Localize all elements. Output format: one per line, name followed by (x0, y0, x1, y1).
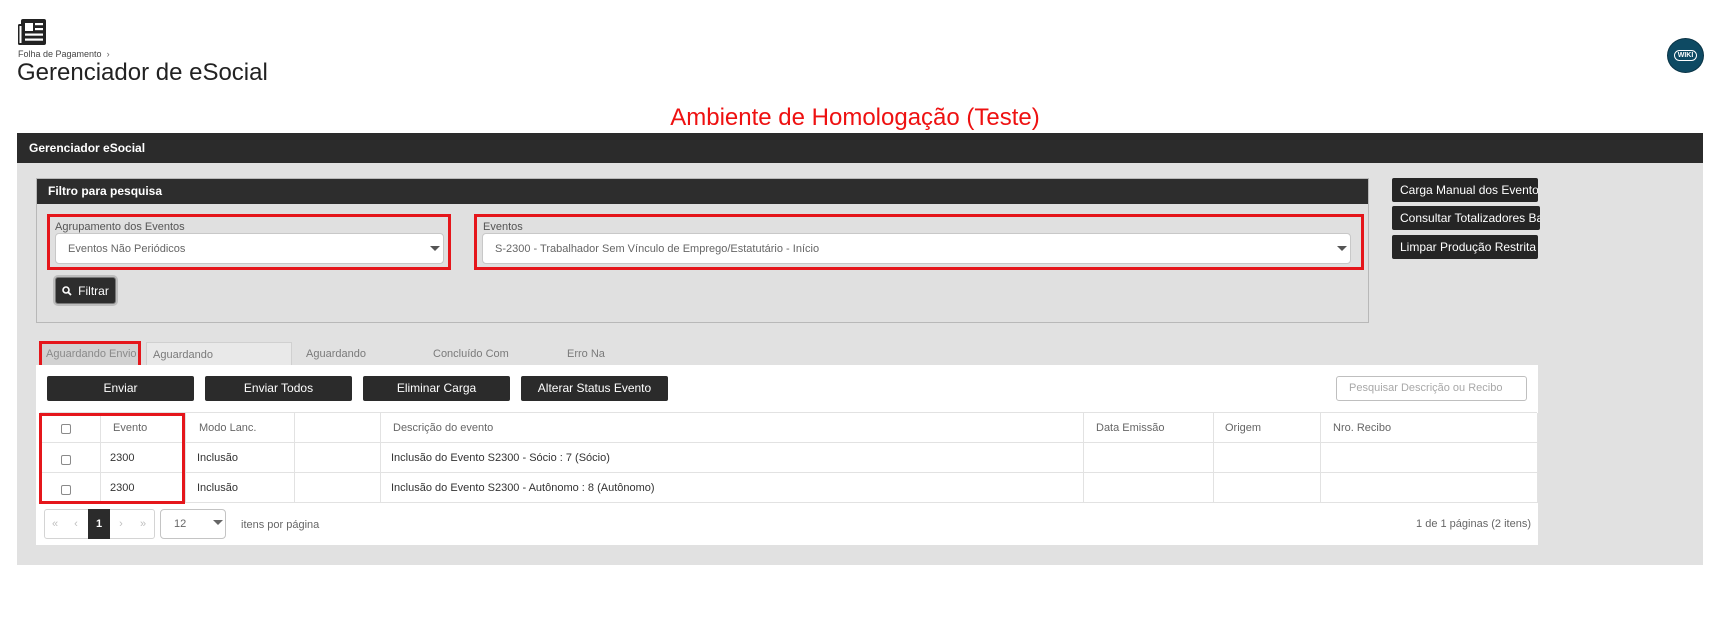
breadcrumb[interactable]: Folha de Pagamento › (18, 49, 110, 59)
table-border (185, 413, 186, 503)
group-field-label: Agrupamento dos Eventos (55, 221, 185, 233)
caret-down-icon (213, 520, 223, 525)
change-status-button[interactable]: Alterar Status Evento (521, 376, 668, 401)
first-page-button[interactable]: « (45, 509, 65, 539)
cell-descricao: Inclusão do Evento S2300 - Autônomo : 8 … (391, 482, 655, 494)
last-page-button[interactable]: » (132, 509, 154, 539)
caret-down-icon (1337, 246, 1347, 251)
table-border (1083, 413, 1084, 503)
main-panel-title: Gerenciador eSocial (17, 133, 1703, 163)
events-select[interactable]: S-2300 - Trabalhador Sem Vínculo de Empr… (482, 233, 1351, 264)
table-border (294, 413, 295, 503)
breadcrumb-item[interactable]: Folha de Pagamento (18, 49, 102, 59)
cell-modo: Inclusão (197, 482, 238, 494)
table-border (1537, 413, 1538, 503)
events-select-value: S-2300 - Trabalhador Sem Vínculo de Empr… (495, 243, 820, 255)
next-page-button[interactable]: › (111, 509, 131, 539)
chevron-right-icon: › (106, 49, 110, 59)
query-totalizers-button[interactable]: Consultar Totalizadores Base (1392, 206, 1540, 230)
per-page-label: itens por página (241, 519, 320, 531)
send-all-button[interactable]: Enviar Todos (205, 376, 352, 401)
group-select-value: Eventos Não Periódicos (68, 243, 186, 255)
group-select[interactable]: Eventos Não Periódicos (55, 233, 444, 264)
wiki-button[interactable]: WIKI (1667, 38, 1704, 73)
per-page-value: 12 (174, 518, 187, 530)
pagination-info: 1 de 1 páginas (2 itens) (1416, 518, 1531, 530)
column-header-modo-lanc[interactable]: Modo Lanc. (199, 413, 256, 443)
column-header-descricao[interactable]: Descrição do evento (393, 413, 493, 443)
wiki-label: WIKI (1673, 50, 1698, 61)
send-button[interactable]: Enviar (47, 376, 194, 401)
tab-aguardando-correcoes[interactable]: Aguardando Correções (306, 342, 416, 384)
active-tab-highlight (39, 341, 141, 368)
filter-button-label: Filtrar (78, 283, 109, 298)
table-border (40, 502, 1537, 503)
cell-modo: Inclusão (197, 452, 238, 464)
column-header-origem[interactable]: Origem (1225, 413, 1261, 443)
environment-banner: Ambiente de Homologação (Teste) (670, 104, 1040, 131)
table-border (1320, 413, 1321, 503)
manual-load-button[interactable]: Carga Manual dos Eventos (1392, 178, 1538, 202)
tab-concluido-com-sucesso[interactable]: Concluído Com Sucesso (433, 342, 549, 384)
delete-load-button[interactable]: Eliminar Carga (363, 376, 510, 401)
column-header-data-emissao[interactable]: Data Emissão (1096, 413, 1164, 443)
search-input[interactable]: Pesquisar Descrição ou Recibo (1336, 376, 1527, 401)
caret-down-icon (430, 246, 440, 251)
table-border (380, 413, 381, 503)
tab-aguardando-processamento[interactable]: Aguardando Processamento (146, 342, 292, 385)
table-border (40, 472, 1537, 473)
filter-panel-title: Filtro para pesquisa (37, 179, 1368, 204)
prev-page-button[interactable]: ‹ (66, 509, 86, 539)
current-page-button[interactable]: 1 (88, 509, 110, 539)
search-icon (62, 285, 72, 296)
column-header-nro-recibo[interactable]: Nro. Recibo (1333, 413, 1391, 443)
tab-erro-na-consulta[interactable]: Erro Na Consulta (567, 342, 651, 384)
cell-descricao: Inclusão do Evento S2300 - Sócio : 7 (Só… (391, 452, 610, 464)
newspaper-icon (18, 19, 46, 45)
filter-button[interactable]: Filtrar (55, 277, 116, 304)
table-border (40, 442, 1537, 443)
table-border (1213, 413, 1214, 503)
event-column-highlight (39, 413, 185, 504)
table-border (40, 412, 1537, 413)
events-field-label: Eventos (483, 221, 523, 233)
page-title: Gerenciador de eSocial (17, 59, 268, 86)
per-page-select[interactable]: 12 (160, 509, 226, 539)
clear-restricted-production-button[interactable]: Limpar Produção Restrita (1392, 235, 1538, 259)
